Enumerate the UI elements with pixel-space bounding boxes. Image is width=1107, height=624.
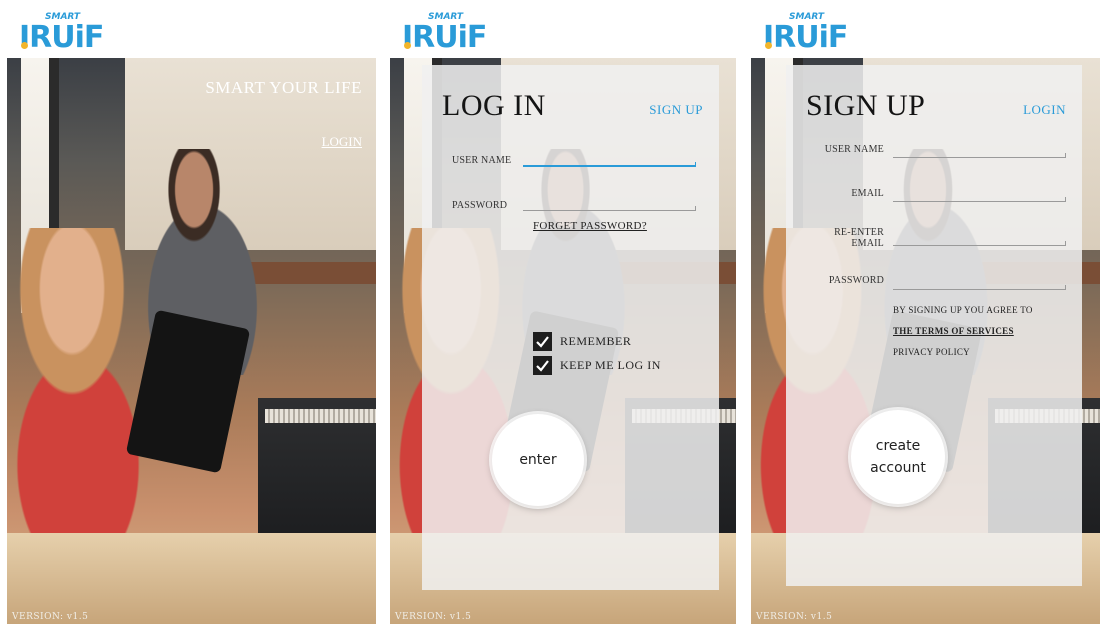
logo-word: IRUiF (19, 20, 104, 55)
privacy-policy-link[interactable]: PRIVACY POLICY (893, 347, 970, 357)
version-label: VERSION: v1.5 (756, 612, 833, 622)
keep-logged-in-row[interactable]: KEEP ME LOG IN (533, 356, 661, 375)
logo-dot (404, 42, 411, 49)
login-link[interactable]: LOGIN (1023, 102, 1066, 118)
email-label: EMAIL (851, 188, 884, 199)
login-link[interactable]: LOGIN (322, 134, 362, 150)
username-label: USER NAME (824, 144, 884, 155)
reenter-email-label: RE-ENTER EMAIL (834, 227, 884, 249)
password-label: PASSWORD (452, 200, 508, 211)
login-title: LOG IN (442, 89, 546, 122)
landing-screen: SMART IRUiF SMART YOUR LIFE LOGIN VERSIO… (7, 0, 376, 624)
keep-logged-in-label: KEEP ME LOG IN (560, 358, 661, 372)
password-input[interactable] (523, 206, 696, 211)
version-label: VERSION: v1.5 (12, 612, 89, 622)
logo-word: IRUiF (763, 20, 848, 55)
background-photo: SMART YOUR LIFE LOGIN VERSION: v1.5 (7, 58, 376, 624)
signup-screen: SMART IRUiF VERSION: v1.5 SIGN UP LOGIN … (751, 0, 1100, 624)
tagline: SMART YOUR LIFE (205, 78, 362, 97)
reenter-email-input[interactable] (893, 241, 1066, 246)
signup-link[interactable]: SIGN UP (649, 102, 703, 118)
app-logo: SMART IRUiF (19, 12, 104, 55)
app-logo: SMART IRUiF (402, 12, 487, 55)
forgot-password-link[interactable]: FORGET PASSWORD? (533, 220, 647, 232)
agree-text: BY SIGNING UP YOU AGREE TO (893, 305, 1033, 315)
password-input[interactable] (893, 285, 1066, 290)
signup-panel: SIGN UP LOGIN USER NAME EMAIL RE-ENTER E… (786, 65, 1082, 586)
remember-label: REMEMBER (560, 334, 632, 348)
check-icon (536, 336, 549, 348)
app-logo: SMART IRUiF (763, 12, 848, 55)
email-input[interactable] (893, 197, 1066, 202)
remember-checkbox[interactable] (533, 332, 552, 351)
enter-button-label: enter (519, 452, 557, 468)
create-account-button[interactable]: create account (851, 410, 945, 504)
login-screen: SMART IRUiF VERSION: v1.5 LOG IN SIGN UP… (390, 0, 736, 624)
username-label: USER NAME (452, 155, 512, 166)
logo-dot (765, 42, 772, 49)
logo-dot (21, 42, 28, 49)
terms-link[interactable]: THE TERMS OF SERVICES (893, 326, 1014, 336)
check-icon (536, 360, 549, 372)
enter-button[interactable]: enter (492, 414, 584, 506)
password-label: PASSWORD (828, 275, 884, 286)
create-account-label: create account (870, 438, 926, 476)
remember-row[interactable]: REMEMBER (533, 332, 631, 351)
username-input[interactable] (893, 153, 1066, 158)
keep-logged-in-checkbox[interactable] (533, 356, 552, 375)
username-input[interactable] (523, 162, 696, 167)
signup-title: SIGN UP (806, 89, 926, 122)
version-label: VERSION: v1.5 (395, 612, 472, 622)
login-panel: LOG IN SIGN UP USER NAME PASSWORD FORGET… (422, 65, 719, 590)
logo-word: IRUiF (402, 20, 487, 55)
